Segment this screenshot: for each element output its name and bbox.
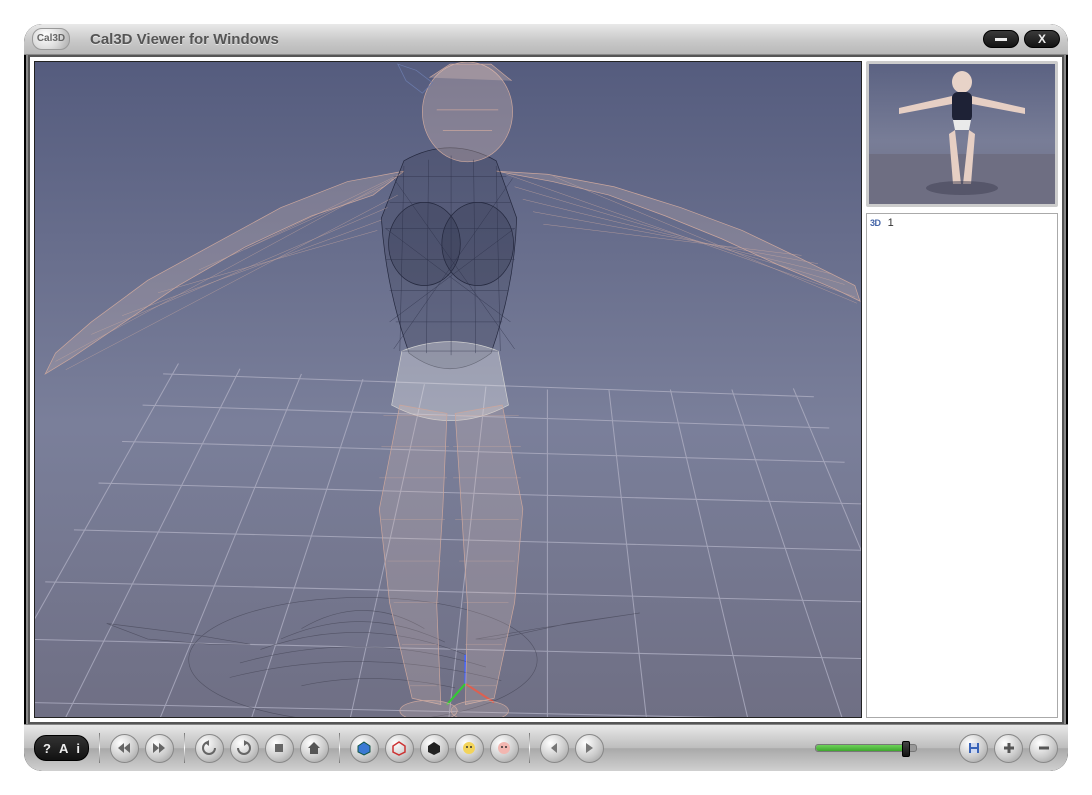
- prev-frame-button[interactable]: [540, 734, 569, 763]
- slider-thumb[interactable]: [902, 741, 910, 757]
- shade-flat-button[interactable]: [350, 734, 379, 763]
- play-button[interactable]: [575, 734, 604, 763]
- shade-wire-button[interactable]: [385, 734, 414, 763]
- help-pill[interactable]: ? A i: [34, 735, 89, 761]
- preview-thumbnail[interactable]: [866, 61, 1058, 207]
- bottom-toolbar: ? A i: [24, 724, 1068, 771]
- list-item-label: 1: [888, 217, 894, 229]
- stop-button[interactable]: [265, 734, 294, 763]
- minimize-button[interactable]: [983, 30, 1019, 48]
- 3d-viewport[interactable]: [34, 61, 862, 718]
- save-button[interactable]: [959, 734, 988, 763]
- app-logo: Cal3D: [32, 28, 70, 50]
- text-a-icon[interactable]: A: [59, 741, 68, 756]
- rewind-button[interactable]: [110, 734, 139, 763]
- zoom-in-button[interactable]: [994, 734, 1023, 763]
- window-title: Cal3D Viewer for Windows: [90, 31, 983, 48]
- shade-skin2-button[interactable]: [490, 734, 519, 763]
- 3d-badge-icon: 3D: [870, 218, 881, 228]
- titlebar: Cal3D Cal3D Viewer for Windows: [24, 24, 1068, 55]
- workspace: 3D 1: [28, 55, 1064, 724]
- home-button[interactable]: [300, 734, 329, 763]
- fast-forward-button[interactable]: [145, 734, 174, 763]
- help-icon[interactable]: ?: [43, 741, 51, 756]
- shade-skin1-button[interactable]: [455, 734, 484, 763]
- info-icon[interactable]: i: [76, 741, 80, 756]
- app-window: Cal3D Cal3D Viewer for Windows: [24, 24, 1068, 771]
- rotate-cw-button[interactable]: [230, 734, 259, 763]
- animation-list[interactable]: 3D 1: [866, 213, 1058, 718]
- side-panel: 3D 1: [866, 61, 1058, 718]
- close-button[interactable]: [1024, 30, 1060, 48]
- list-item[interactable]: 3D 1: [870, 217, 1054, 229]
- zoom-out-button[interactable]: [1029, 734, 1058, 763]
- shade-solid-button[interactable]: [420, 734, 449, 763]
- timeline-slider[interactable]: [815, 744, 917, 752]
- rotate-ccw-button[interactable]: [195, 734, 224, 763]
